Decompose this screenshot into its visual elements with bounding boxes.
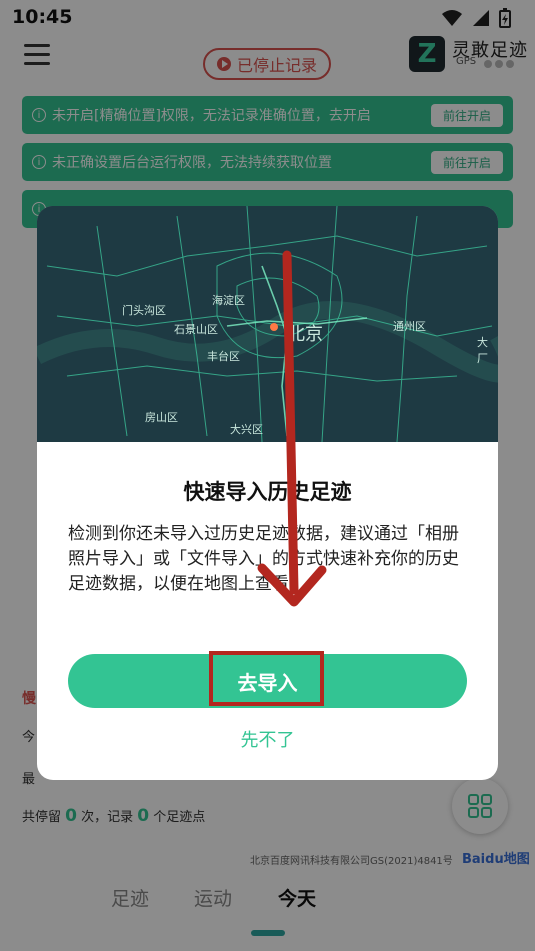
annotation-arrow-icon xyxy=(257,250,327,607)
